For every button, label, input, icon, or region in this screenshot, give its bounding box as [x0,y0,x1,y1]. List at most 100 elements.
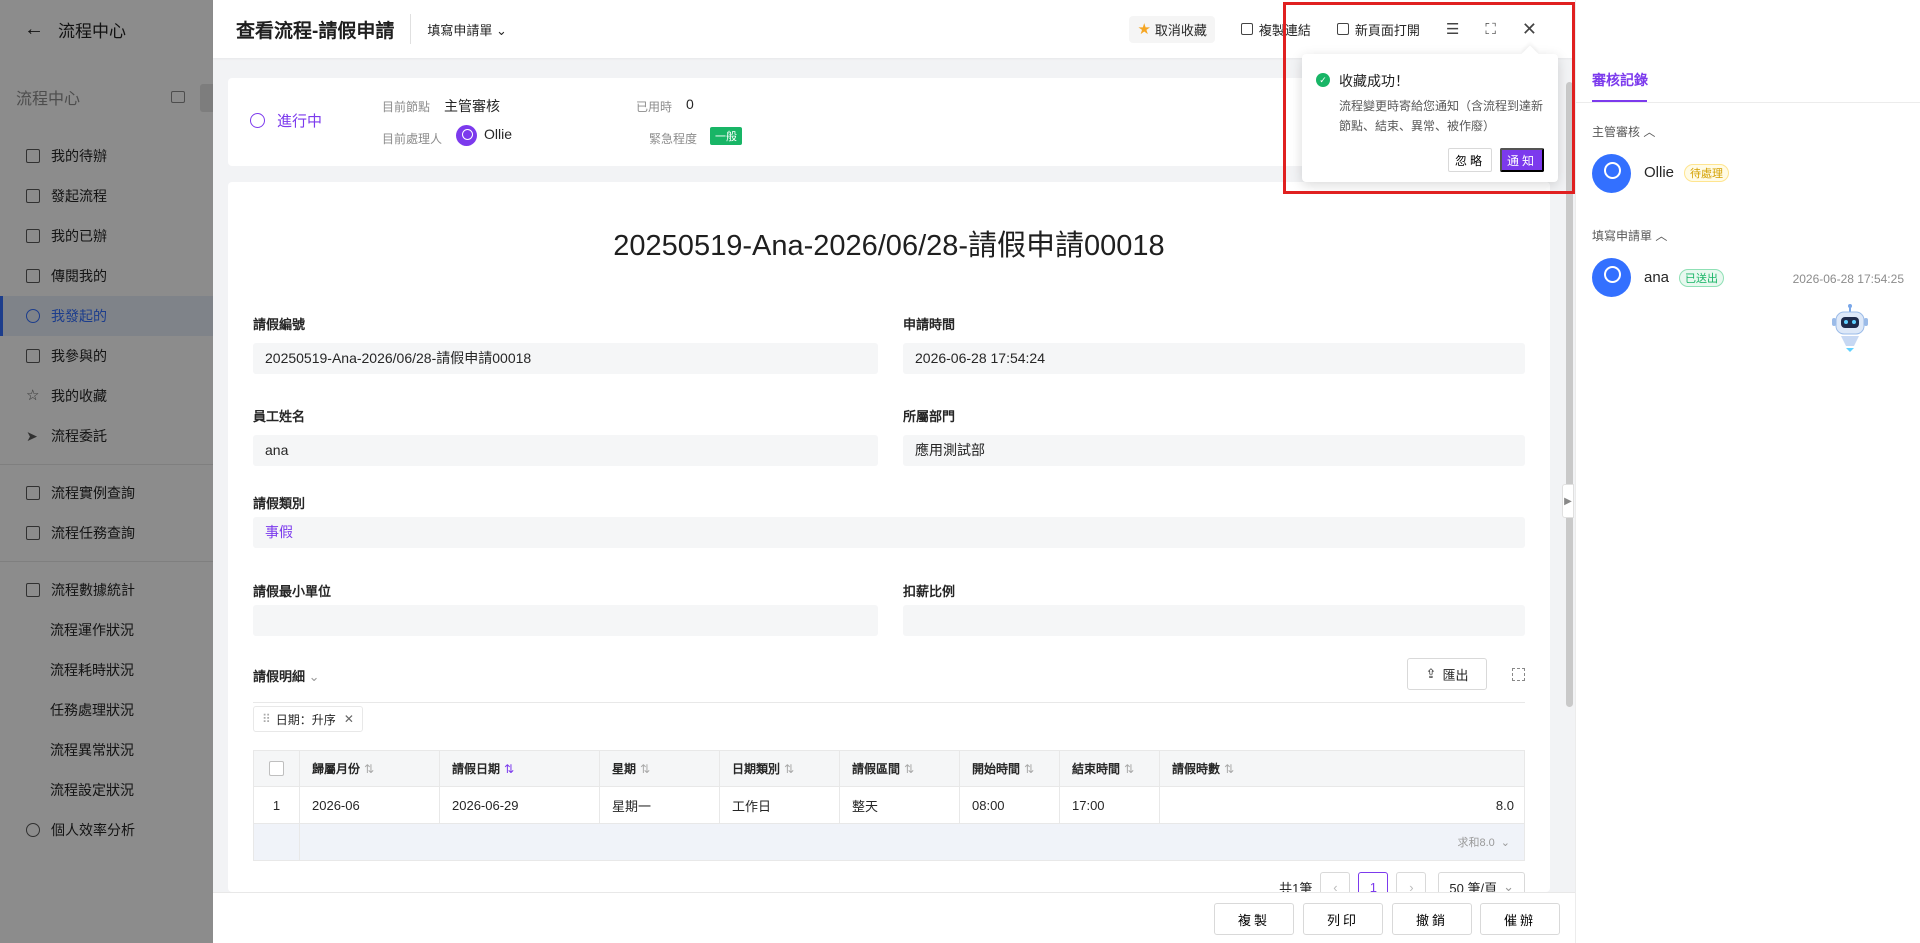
export-button[interactable]: ⇪ 匯出 [1407,658,1487,690]
highlight-box [1283,2,1575,194]
leave-type-label: 請假類別 [253,496,306,511]
sort-icon: ⇅ [784,761,795,776]
page-button[interactable]: 1 [1358,872,1389,892]
leave-type-field: 事假 [253,517,1525,548]
audit-timestamp: 2026-06-28 17:54:25 [1792,272,1904,286]
audit-user-name: ana [1644,269,1670,286]
next-page-button[interactable]: › [1396,872,1427,892]
select-all-cell [253,751,300,786]
leave-detail-table: 歸屬月份 ⇅ 請假日期 ⇅ 星期 ⇅ 日期類別 ⇅ 請假區間 ⇅ 開始時間 ⇅ 結束時間 ⇅ … [253,750,1525,861]
form-select-label: 填寫申請單 [427,22,493,38]
process-state-label: 進行中 [277,113,323,130]
summary-cell[interactable]: 求和8.0 ⌄ [300,824,1525,860]
copy-button[interactable]: 複製 [1214,903,1294,935]
apply-time-label: 申請時間 [903,317,956,332]
cell-day-type: 工作日 [720,787,840,823]
star-filled-icon: ★ [1137,21,1151,38]
min-unit-label: 請假最小單位 [253,584,332,599]
column-label: 請假區間 [852,762,901,776]
row-number: 1 [253,787,300,823]
column-header-range[interactable]: 請假區間 ⇅ [840,751,960,786]
audit-group-toggle[interactable]: 主管審核 ︿ [1592,123,1655,140]
chevron-up-icon: ︿ [1655,229,1668,243]
chevron-up-icon: ︿ [1643,125,1656,139]
column-header-end[interactable]: 結束時間 ⇅ [1060,751,1160,786]
close-icon[interactable]: ✕ [344,712,354,726]
chevron-down-icon: ⌄ [1500,836,1510,849]
column-header-hours[interactable]: 請假時數 ⇅ [1160,751,1525,786]
column-label: 星期 [612,762,637,776]
expand-icon[interactable] [1512,668,1525,681]
action-footer: 複製 列印 撤銷 催辦 [213,892,1575,943]
cell-range: 整天 [840,787,960,823]
avatar [456,125,477,146]
current-node-value: 主管審核 [444,98,500,114]
select-all-checkbox[interactable] [269,761,284,776]
employee-field: ana [253,435,878,466]
current-node-label: 目前節點 [382,100,431,114]
audit-group-title: 主管審核 [1592,125,1641,139]
modal-overlay [0,0,213,943]
cell-end: 17:00 [1060,787,1160,823]
detail-section-title: 請假明細 [253,669,306,684]
urge-button[interactable]: 催辦 [1480,903,1560,935]
pagination: 共1筆 ‹ 1 › 50 筆/頁 ⌄ [228,872,1525,892]
column-header-month[interactable]: 歸屬月份 ⇅ [300,751,440,786]
audit-user: Ollie 待處理 [1644,164,1730,183]
panel-divider [1576,102,1920,103]
drag-handle-icon[interactable]: ⠿ [262,712,271,726]
employee-label: 員工姓名 [253,409,306,424]
status-badge: 待處理 [1684,164,1730,183]
status-badge: 已送出 [1679,269,1725,288]
detail-section-toggle[interactable]: 請假明細 ⌄ [253,666,320,685]
unfavorite-button[interactable]: ★ 取消收藏 [1129,15,1215,43]
sort-icon: ⇅ [904,761,915,776]
deduct-field [903,605,1525,636]
prev-page-button[interactable]: ‹ [1320,872,1351,892]
column-label: 歸屬月份 [312,762,361,776]
column-label: 開始時間 [972,762,1021,776]
clock-icon [250,113,265,128]
chevron-right-icon: ▶ [1564,495,1572,507]
section-divider [253,702,1525,703]
column-header-start[interactable]: 開始時間 ⇅ [960,751,1060,786]
audit-group-title: 填寫申請單 [1592,229,1653,243]
sort-chip[interactable]: ⠿ 日期：升序 ✕ [253,706,363,732]
apply-time-field: 2026-06-28 17:54:24 [903,343,1525,374]
column-header-weekday[interactable]: 星期 ⇅ [600,751,720,786]
sort-icon: ⇅ [1024,761,1035,776]
form-panel: 20250519-Ana-2026/06/28-請假申請00018 請假編號 2… [228,182,1550,892]
cell-date: 2026-06-29 [440,787,600,823]
form-select[interactable]: 填寫申請單 ⌄ [427,20,507,39]
audit-group-toggle[interactable]: 填寫申請單 ︿ [1592,227,1667,244]
deduct-label: 扣薪比例 [903,584,956,599]
tab-audit-records[interactable]: 審核記錄 [1592,70,1648,90]
avatar [1592,258,1631,297]
assistant-robot-icon[interactable] [1828,304,1872,352]
sort-chip-label: 日期：升序 [275,712,336,727]
summary-spacer [253,824,300,860]
copy-icon [1240,23,1253,35]
chevron-down-icon: ⌄ [308,669,320,684]
print-button[interactable]: 列印 [1303,903,1383,935]
audit-panel: 審核記錄 主管審核 ︿ Ollie 待處理 填寫申請單 ︿ ana 已送出 2026… [1575,0,1920,943]
header-divider [410,14,412,44]
revoke-button[interactable]: 撤銷 [1392,903,1472,935]
dept-label: 所屬部門 [903,409,956,424]
document-title: 20250519-Ana-2026/06/28-請假申請00018 [613,230,1165,262]
unfavorite-label: 取消收藏 [1154,22,1207,38]
panel-toggle-handle[interactable]: ▶ [1562,484,1574,518]
handler-name: Ollie [484,126,513,143]
cell-hours: 8.0 [1160,787,1525,823]
page-size-select[interactable]: 50 筆/頁 ⌄ [1438,872,1525,892]
column-header-date[interactable]: 請假日期 ⇅ [440,751,600,786]
status-badge: 一般 [710,127,742,145]
table-row[interactable]: 1 2026-06 2026-06-29 星期一 工作日 整天 08:00 17… [253,787,1525,824]
chevron-down-icon: ⌄ [1503,879,1514,892]
column-label: 請假時數 [1172,762,1221,776]
cell-weekday: 星期一 [600,787,720,823]
export-label: 匯出 [1442,667,1469,683]
upload-icon: ⇪ [1425,666,1437,681]
column-header-day-type[interactable]: 日期類別 ⇅ [720,751,840,786]
urgency-badge: 一般 [710,127,742,145]
